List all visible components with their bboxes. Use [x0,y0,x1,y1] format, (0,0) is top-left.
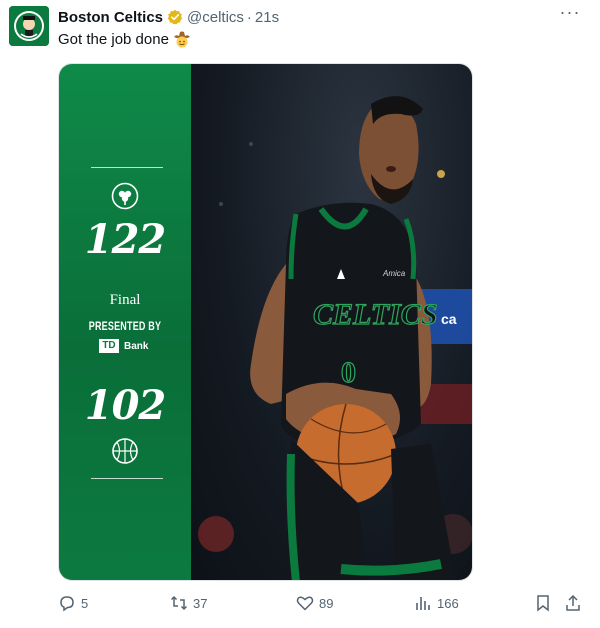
cowboy-hat-face-icon [173,30,191,48]
like-count: 89 [319,595,334,611]
sponsor-name: Bank [124,340,149,352]
sponsor-patch: Amica [382,269,406,278]
tweet-actions: 5 37 89 166 [58,594,588,616]
retweet-button[interactable]: 37 [170,594,207,612]
like-button[interactable]: 89 [296,594,333,612]
score-panel: 122 Final PRESENTED BY TD Bank 102 [59,64,191,580]
heart-icon [296,596,314,611]
bookmark-icon [537,595,549,612]
divider [91,478,163,479]
player-photo: ca CELTICS 0 Amica [191,64,472,580]
avatar[interactable] [9,6,49,46]
retweet-icon [170,595,188,611]
share-button[interactable] [564,594,587,612]
reply-icon [60,596,74,612]
author-name[interactable]: Boston Celtics [58,9,163,26]
more-options-icon[interactable]: ··· [558,3,582,25]
sponsor-logo: TD Bank [99,339,148,353]
home-score: 122 [84,216,167,263]
views-count: 166 [437,595,459,611]
tweet-timestamp[interactable]: 21s [255,9,279,26]
tweet-body: Got the job done [58,30,169,48]
bookmark-button[interactable] [534,594,557,612]
retweet-count: 37 [193,595,208,611]
views-button[interactable]: 166 [414,594,459,612]
author-handle[interactable]: @celtics [187,9,244,26]
media-image[interactable]: 122 Final PRESENTED BY TD Bank 102 ca CE… [58,63,473,581]
celtics-logo-icon [111,182,139,210]
wizards-logo-icon [111,437,139,465]
verified-badge-icon [167,9,183,25]
reply-count: 5 [81,595,89,611]
jersey-number: 0 [341,356,356,389]
reply-button[interactable]: 5 [58,594,88,612]
share-icon [566,594,580,611]
tweet-text: Got the job done [58,30,191,48]
views-chart-icon [416,597,430,610]
separator-dot: · [246,8,252,26]
divider [91,167,163,168]
tweet-header: Boston Celtics @celtics · 21s [58,7,279,27]
jersey-text: CELTICS [313,298,438,331]
game-status: Final [109,292,141,308]
td-logo-icon: TD [99,339,119,353]
celtics-logo-icon [9,6,49,46]
away-score: 102 [84,382,167,429]
presented-by-label: PRESENTED BY [88,319,162,333]
svg-text:ca: ca [441,311,457,327]
